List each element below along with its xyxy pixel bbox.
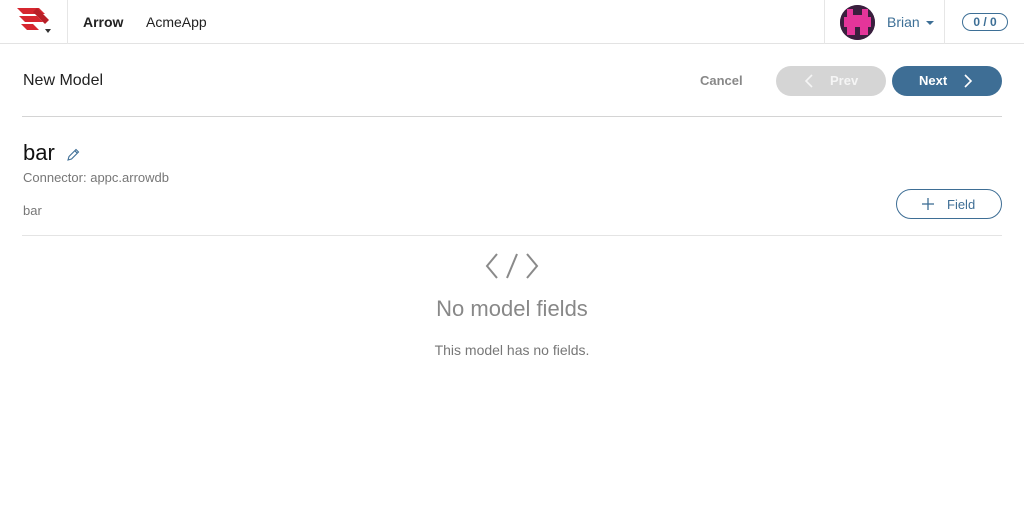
nav-arrow-link[interactable]: Arrow xyxy=(83,14,123,30)
code-brackets-icon xyxy=(485,253,539,279)
header-divider xyxy=(22,116,1002,117)
page-title: New Model xyxy=(23,72,104,89)
nav-app-link[interactable]: AcmeApp xyxy=(146,14,207,30)
app-switcher[interactable] xyxy=(0,0,68,44)
cancel-button[interactable]: Cancel xyxy=(700,73,743,88)
empty-state-title: No model fields xyxy=(436,296,588,321)
caret-down-icon xyxy=(926,21,934,25)
connector-value: appc.arrowdb xyxy=(90,170,169,185)
section-divider xyxy=(22,235,1002,236)
avatar xyxy=(840,5,875,40)
add-field-button[interactable]: Field xyxy=(896,189,1002,219)
caret-down-icon xyxy=(45,29,51,33)
next-label: Next xyxy=(919,73,948,88)
plus-icon xyxy=(922,198,934,210)
empty-state-subtitle: This model has no fields. xyxy=(434,342,590,358)
prev-button[interactable]: Prev xyxy=(776,66,886,96)
add-field-label: Field xyxy=(947,197,976,212)
model-name: bar xyxy=(23,140,55,165)
pencil-edit-icon[interactable] xyxy=(66,148,80,162)
prev-label: Prev xyxy=(830,73,859,88)
top-navbar: Arrow AcmeApp Brian 0 / 0 xyxy=(0,0,1024,44)
next-button[interactable]: Next xyxy=(892,66,1002,96)
chevron-right-icon xyxy=(964,74,973,88)
user-menu[interactable]: Brian xyxy=(824,0,945,44)
connector-info: Connector: appc.arrowdb xyxy=(23,170,169,185)
notification-counter[interactable]: 0 / 0 xyxy=(962,13,1008,31)
user-name: Brian xyxy=(887,14,920,30)
chevron-left-icon xyxy=(804,74,813,88)
model-description: bar xyxy=(23,203,42,218)
connector-label: Connector: xyxy=(23,170,87,185)
